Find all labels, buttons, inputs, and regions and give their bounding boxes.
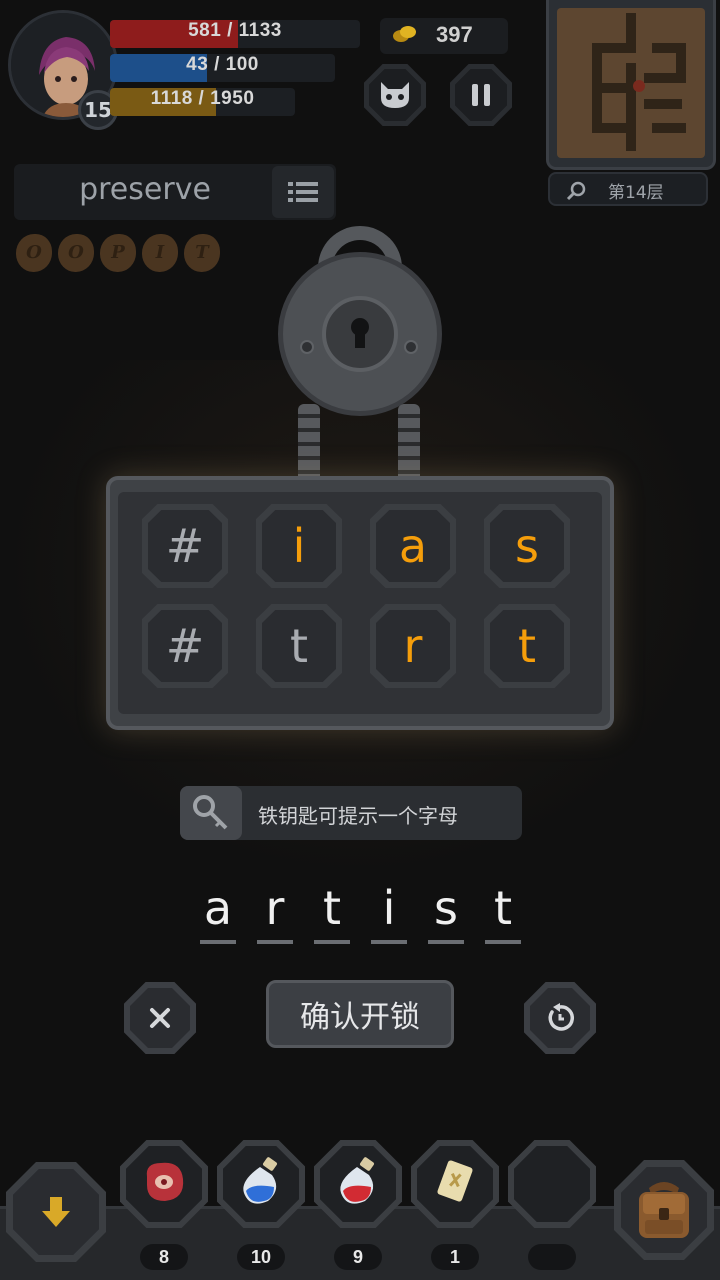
letter-tile-label: r [376, 610, 450, 682]
list-icon [288, 182, 318, 202]
answer-letter[interactable]: t [314, 880, 350, 944]
reset-button[interactable] [524, 982, 596, 1054]
character-menu-button[interactable] [364, 64, 426, 126]
coin-icon [393, 26, 416, 42]
answer-letter[interactable]: i [371, 880, 407, 944]
search-icon [566, 181, 586, 201]
answer-letter[interactable]: t [485, 880, 521, 944]
target-word: preserve [79, 172, 211, 207]
rune-stone: O [58, 234, 94, 272]
lock-chain-right [398, 404, 420, 482]
rune-stones: OOPIT [16, 234, 220, 272]
letter-tile-label: s [490, 510, 564, 582]
answer-letter[interactable]: s [428, 880, 464, 944]
minimap[interactable] [546, 0, 716, 170]
letter-tile-label: # [148, 510, 222, 582]
letter-tile[interactable]: i [256, 504, 342, 588]
letter-tile-label: i [262, 510, 336, 582]
coin-value: 397 [436, 22, 473, 47]
item-count: 8 [140, 1244, 188, 1270]
meat-icon [137, 1155, 191, 1213]
scroll-icon [428, 1155, 482, 1213]
item-count: 9 [334, 1244, 382, 1270]
confirm-unlock-label: 确认开锁 [300, 1000, 420, 1035]
refresh-icon [548, 1003, 575, 1031]
item-count: 10 [237, 1244, 285, 1270]
lock-chain-left [298, 404, 320, 482]
rune-stone: P [100, 234, 136, 272]
letter-tile-label: a [376, 510, 450, 582]
cancel-button[interactable] [124, 982, 196, 1054]
xp-text: 1118 / 1950 [150, 88, 255, 109]
rune-stone: O [16, 234, 52, 272]
backpack-icon [639, 1182, 689, 1238]
mp-text: 43 / 100 [186, 54, 259, 75]
letter-tile-label: t [262, 610, 336, 682]
key-icon [193, 795, 228, 830]
blue-potion-icon [234, 1155, 288, 1213]
answer-slots: artist [200, 880, 521, 944]
arrow-down-icon [42, 1197, 70, 1227]
lock-rivet [404, 340, 418, 354]
collapse-button[interactable] [6, 1162, 106, 1262]
floor-label: 第14层 [608, 183, 664, 203]
maze-map-icon [592, 13, 686, 151]
letter-tile[interactable]: t [484, 604, 570, 688]
iron-key-button[interactable] [180, 786, 242, 840]
rune-stone: I [142, 234, 178, 272]
pause-icon [472, 84, 490, 106]
word-list-button[interactable] [272, 166, 334, 218]
letter-tile[interactable]: a [370, 504, 456, 588]
letter-tile-label: t [490, 610, 564, 682]
xp-bar: 1118 / 1950 [110, 88, 295, 116]
letter-tile[interactable]: r [370, 604, 456, 688]
confirm-unlock-button[interactable]: 确认开锁 [266, 980, 454, 1048]
keyhole-slot [355, 330, 365, 348]
mp-bar: 43 / 100 [110, 54, 335, 82]
hint-text: 铁钥匙可提示一个字母 [258, 804, 458, 828]
rune-stone: T [184, 234, 220, 272]
hp-text: 581 / 1133 [188, 20, 282, 41]
letter-tile[interactable]: # [142, 604, 228, 688]
item-count [528, 1244, 576, 1270]
item-count: 1 [431, 1244, 479, 1270]
letter-tile[interactable]: # [142, 504, 228, 588]
mask-icon [381, 82, 409, 108]
hp-bar: 581 / 1133 [110, 20, 360, 48]
close-icon [150, 1008, 170, 1028]
letter-tile-label: # [148, 610, 222, 682]
lock-rivet [300, 340, 314, 354]
letter-tile[interactable]: s [484, 504, 570, 588]
pause-button[interactable] [450, 64, 512, 126]
letter-tile[interactable]: t [256, 604, 342, 688]
backpack-button[interactable] [614, 1160, 714, 1260]
answer-letter[interactable]: a [200, 880, 236, 944]
red-potion-icon [331, 1155, 385, 1213]
answer-letter[interactable]: r [257, 880, 293, 944]
